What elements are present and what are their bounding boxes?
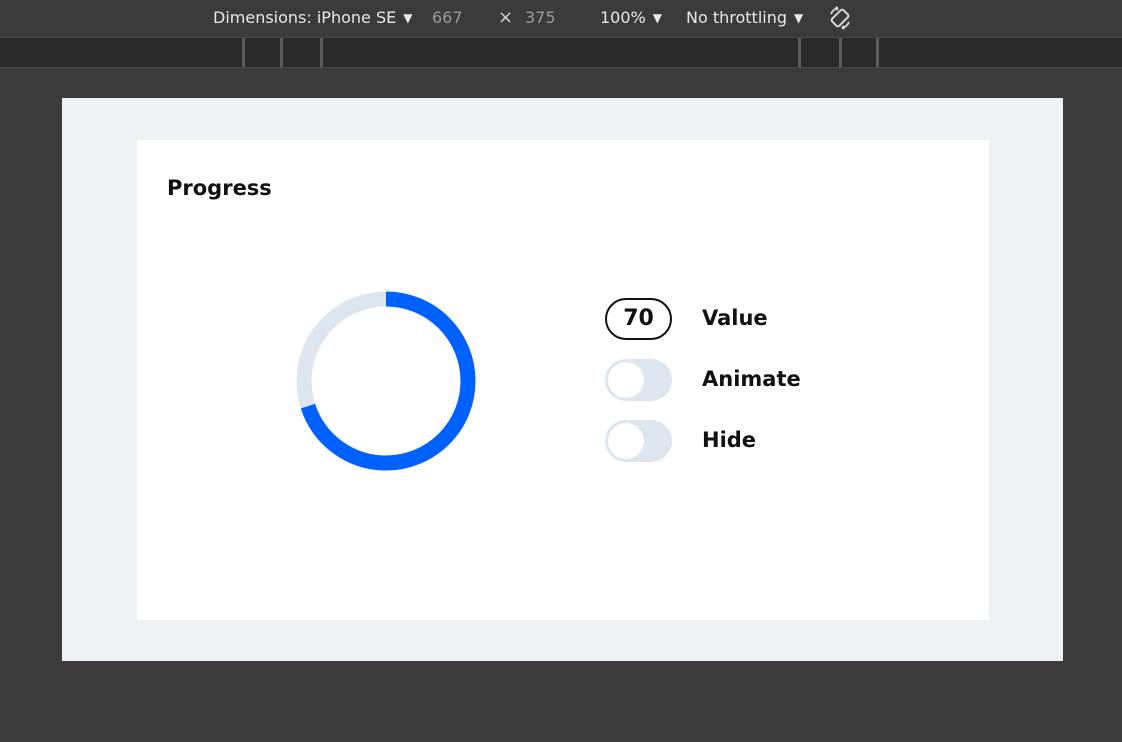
rotate-icon	[830, 6, 850, 30]
progress-card: Progress 70 Value Animate Hide	[137, 140, 989, 620]
toggle-knob	[608, 362, 644, 398]
dropdown-caret-icon: ▼	[403, 11, 413, 25]
device-viewport: Progress 70 Value Animate Hide	[62, 98, 1063, 661]
value-label: Value	[702, 306, 768, 330]
device-toolbar: Dimensions: iPhone SE ▼ 667 × 375 100% ▼ N…	[0, 0, 1122, 38]
toggle-knob	[608, 423, 644, 459]
media-query-marker[interactable]	[876, 38, 879, 67]
height-input[interactable]: 375	[525, 8, 556, 28]
hide-toggle[interactable]	[605, 420, 672, 462]
progress-ring	[295, 290, 477, 472]
media-query-marker[interactable]	[242, 38, 245, 67]
value-row: 70 Value	[605, 298, 865, 340]
hide-label: Hide	[702, 428, 757, 452]
device-select[interactable]: Dimensions: iPhone SE ▼	[213, 8, 412, 29]
hide-row: Hide	[605, 420, 865, 462]
card-title: Progress	[167, 176, 272, 200]
media-query-marker[interactable]	[320, 38, 323, 67]
zoom-label: 100%	[600, 8, 646, 27]
width-input[interactable]: 667	[432, 8, 463, 28]
dropdown-caret-icon: ▼	[652, 11, 662, 25]
media-query-marker[interactable]	[839, 38, 842, 67]
zoom-select[interactable]: 100% ▼	[600, 8, 662, 29]
times-icon: ×	[498, 7, 514, 28]
value-input[interactable]: 70	[605, 298, 672, 340]
animate-toggle[interactable]	[605, 359, 672, 401]
media-query-marker[interactable]	[798, 38, 801, 67]
rotate-button[interactable]	[826, 4, 854, 32]
throttling-select[interactable]: No throttling ▼	[686, 8, 803, 29]
dropdown-caret-icon: ▼	[794, 11, 804, 25]
animate-label: Animate	[702, 367, 801, 391]
throttling-label: No throttling	[686, 8, 788, 27]
media-query-marker[interactable]	[280, 38, 283, 67]
animate-row: Animate	[605, 359, 865, 401]
device-select-label: Dimensions: iPhone SE	[213, 8, 397, 27]
media-query-bar	[0, 38, 1122, 68]
progress-ring-svg	[296, 291, 476, 471]
